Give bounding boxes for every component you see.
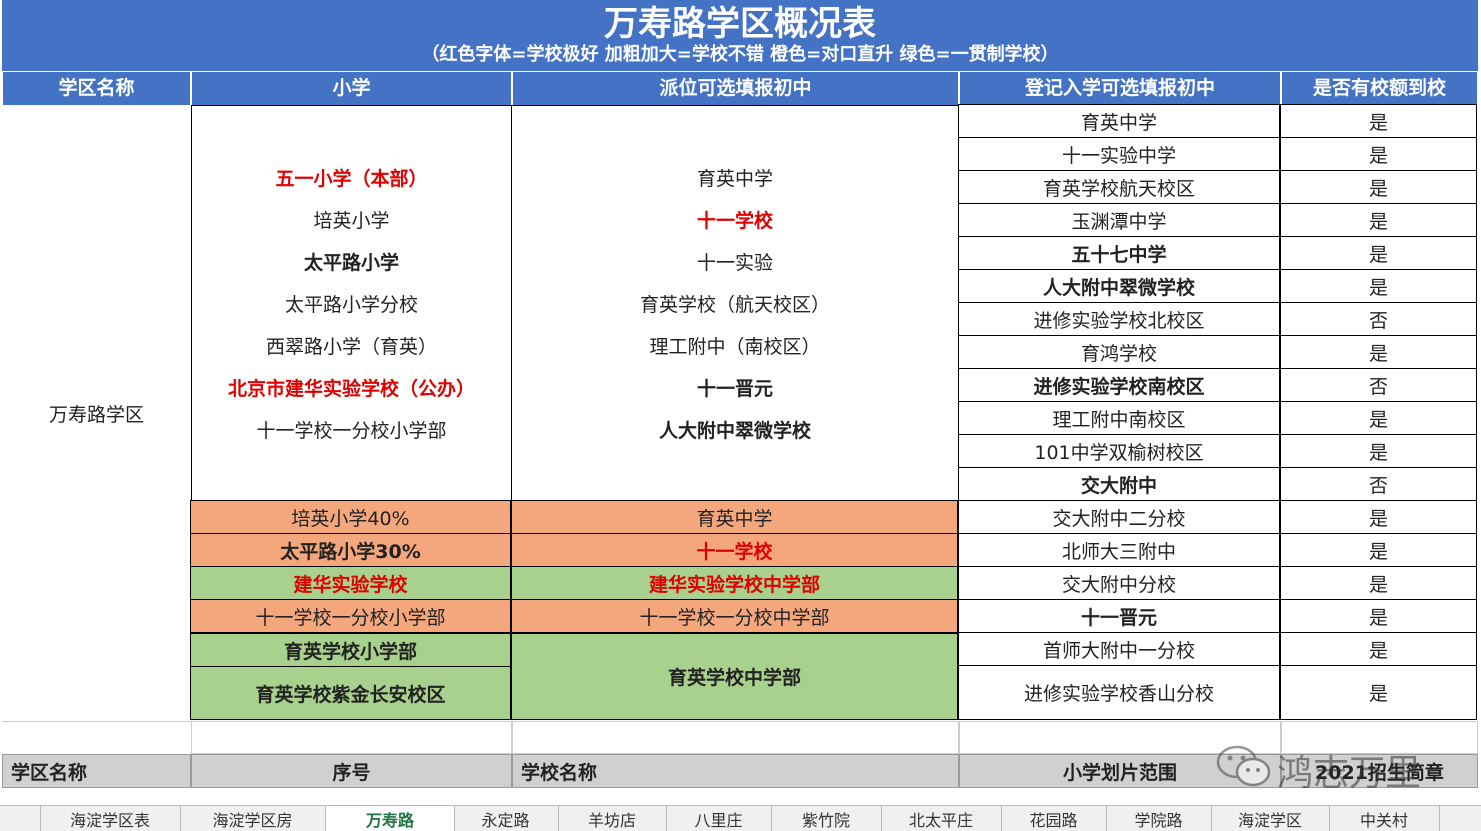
header-registration[interactable]: 登记入学可选填报初中 [959, 72, 1281, 105]
registration-school-cell[interactable]: 交大附中分校 [958, 566, 1280, 600]
registration-school-cell[interactable]: 进修实验学校香山分校 [958, 665, 1280, 720]
lottery-list-item: 人大附中翠微学校 [658, 420, 811, 442]
spreadsheet-sheet[interactable]: 万寿路学区概况表 （红色字体=学校极好 加粗加大=学校不错 橙色=对口直升 绿色… [0, 0, 1481, 805]
sheet-tab[interactable]: 紫竹院 [771, 806, 882, 831]
pair-primary-cell[interactable]: 十一学校一分校小学部 [190, 599, 511, 633]
primary-list-item: 太平路小学 [303, 252, 399, 274]
lottery-list-item: 十一学校 [696, 210, 773, 232]
pair-middle-cell[interactable]: 育英中学 [511, 500, 958, 534]
registration-school-cell[interactable]: 五十七中学 [958, 236, 1280, 270]
yuying-zijin-cell[interactable]: 育英学校紫金长安校区 [190, 666, 511, 720]
second-header-index[interactable]: 序号 [191, 754, 512, 788]
quota-cell[interactable]: 是 [1280, 203, 1477, 237]
district-cell[interactable]: 万寿路学区 [2, 105, 191, 721]
empty-cell[interactable] [191, 721, 512, 754]
quota-cell[interactable]: 是 [1280, 236, 1477, 270]
sheet-tab[interactable]: 北太平庄 [881, 806, 1002, 831]
primary-list-item: 北京市建华实验学校（公办） [227, 378, 475, 400]
empty-cell[interactable] [2, 721, 191, 754]
lottery-list-item: 育英中学 [696, 168, 773, 190]
quota-cell[interactable]: 是 [1280, 137, 1477, 171]
wechat-icon [1216, 745, 1271, 787]
registration-school-cell[interactable]: 交大附中 [958, 467, 1280, 501]
registration-school-cell[interactable]: 育英学校航天校区 [958, 170, 1280, 204]
registration-school-cell[interactable]: 育英中学 [958, 104, 1280, 138]
second-header-school[interactable]: 学校名称 [512, 754, 959, 788]
registration-school-cell[interactable]: 进修实验学校北校区 [958, 302, 1280, 336]
registration-school-cell[interactable]: 交大附中二分校 [958, 500, 1280, 534]
quota-cell[interactable]: 是 [1280, 665, 1477, 720]
quota-cell[interactable]: 是 [1280, 500, 1477, 534]
lottery-list-item: 理工附中（南校区） [649, 336, 821, 358]
primary-list-item: 培英小学 [313, 210, 390, 232]
watermark-text: 鸿志万里 [1277, 753, 1422, 794]
quota-cell[interactable]: 是 [1280, 335, 1477, 369]
yuying-primary-cell[interactable]: 育英学校小学部 [190, 633, 511, 667]
sheet-tab[interactable] [0, 806, 41, 831]
quota-cell[interactable]: 是 [1280, 566, 1477, 600]
quota-cell[interactable]: 是 [1280, 104, 1477, 138]
primary-list-item: 太平路小学分校 [284, 294, 418, 316]
pair-primary-cell[interactable]: 太平路小学30% [190, 533, 511, 567]
title-band: 万寿路学区概况表 （红色字体=学校极好 加粗加大=学校不错 橙色=对口直升 绿色… [2, 0, 1478, 71]
sheet-tab[interactable]: 永定路 [453, 806, 559, 831]
registration-school-cell[interactable]: 101中学双榆树校区 [958, 434, 1280, 468]
header-primary[interactable]: 小学 [191, 72, 512, 105]
pair-primary-cell[interactable]: 建华实验学校 [190, 566, 511, 600]
registration-school-cell[interactable]: 进修实验学校南校区 [958, 368, 1280, 402]
quota-cell[interactable]: 否 [1280, 368, 1477, 402]
yuying-middle-cell[interactable]: 育英学校中学部 [511, 633, 958, 720]
sheet-tab[interactable]: 学院路 [1106, 806, 1212, 831]
sheet-tab[interactable]: 海淀学区表 [40, 806, 181, 831]
sheet-tab[interactable]: 海淀学区 [1211, 806, 1330, 831]
pair-primary-cell[interactable]: 培英小学40% [190, 500, 511, 534]
quota-cell[interactable]: 是 [1280, 269, 1477, 303]
second-header-district[interactable]: 学区名称 [2, 754, 191, 788]
registration-school-cell[interactable]: 育鸿学校 [958, 335, 1280, 369]
header-district[interactable]: 学区名称 [2, 72, 191, 105]
primary-list-cell[interactable]: 五一小学（本部） 培英小学太平路小学太平路小学分校 西翠路小学（育英） 北京市建华实验… [191, 105, 512, 501]
pair-middle-cell[interactable]: 建华实验学校中学部 [511, 566, 958, 600]
sheet-tab[interactable]: 万寿路 [325, 806, 455, 831]
pair-middle-cell[interactable]: 十一学校 [511, 533, 958, 567]
watermark: 鸿志万里 [1215, 740, 1435, 795]
registration-school-cell[interactable]: 首师大附中一分校 [958, 632, 1280, 666]
header-lottery[interactable]: 派位可选填报初中 [512, 72, 959, 105]
lottery-list-item: 育英学校（航天校区） [639, 294, 830, 316]
header-quota[interactable]: 是否有校额到校 [1281, 72, 1478, 105]
sheet-tab[interactable]: 花园路 [1001, 806, 1107, 831]
sheet-legend: （红色字体=学校极好 加粗加大=学校不错 橙色=对口直升 绿色=一贯制学校） [421, 44, 1059, 65]
sheet-tab[interactable]: 中关村 [1329, 806, 1440, 831]
registration-school-cell[interactable]: 十一实验中学 [958, 137, 1280, 171]
primary-list-item: 西翠路小学（育英） [265, 336, 437, 358]
primary-list-item: 五一小学（本部） [275, 168, 428, 190]
quota-cell[interactable]: 是 [1280, 434, 1477, 468]
registration-school-cell[interactable]: 理工附中南校区 [958, 401, 1280, 435]
primary-list-item: 十一学校一分校小学部 [256, 420, 447, 442]
registration-school-cell[interactable]: 北师大三附中 [958, 533, 1280, 567]
quota-cell[interactable]: 否 [1280, 467, 1477, 501]
sheet-tab[interactable]: 八里庄 [666, 806, 772, 831]
quota-cell[interactable]: 是 [1280, 599, 1477, 633]
quota-cell[interactable]: 否 [1280, 302, 1477, 336]
registration-school-cell[interactable]: 十一晋元 [958, 599, 1280, 633]
quota-cell[interactable]: 是 [1280, 533, 1477, 567]
sheet-tab-bar: 海淀学区表 海淀学区房 万寿路 永定路 羊坊店 八里庄 紫竹院 北太平庄 花园路 学院路 海淀学区中… [0, 805, 1481, 831]
sheet-title: 万寿路学区概况表 [604, 4, 876, 44]
pair-middle-cell[interactable]: 十一学校一分校中学部 [511, 599, 958, 633]
sheet-tab[interactable]: 海淀学区房 [180, 806, 326, 831]
lottery-list-item: 十一实验 [696, 252, 773, 274]
registration-school-cell[interactable]: 玉渊潭中学 [958, 203, 1280, 237]
quota-cell[interactable]: 是 [1280, 401, 1477, 435]
quota-cell[interactable]: 是 [1280, 632, 1477, 666]
sheet-tab[interactable]: 羊坊店 [558, 806, 667, 831]
quota-cell[interactable]: 是 [1280, 170, 1477, 204]
empty-cell[interactable] [512, 721, 959, 754]
registration-school-cell[interactable]: 人大附中翠微学校 [958, 269, 1280, 303]
lottery-list-item: 十一晋元 [696, 378, 773, 400]
lottery-list-cell[interactable]: 育英中学十一学校十一实验育英学校（航天校区） 理工附中（南校区） 十一晋元人大附中翠… [512, 105, 959, 501]
